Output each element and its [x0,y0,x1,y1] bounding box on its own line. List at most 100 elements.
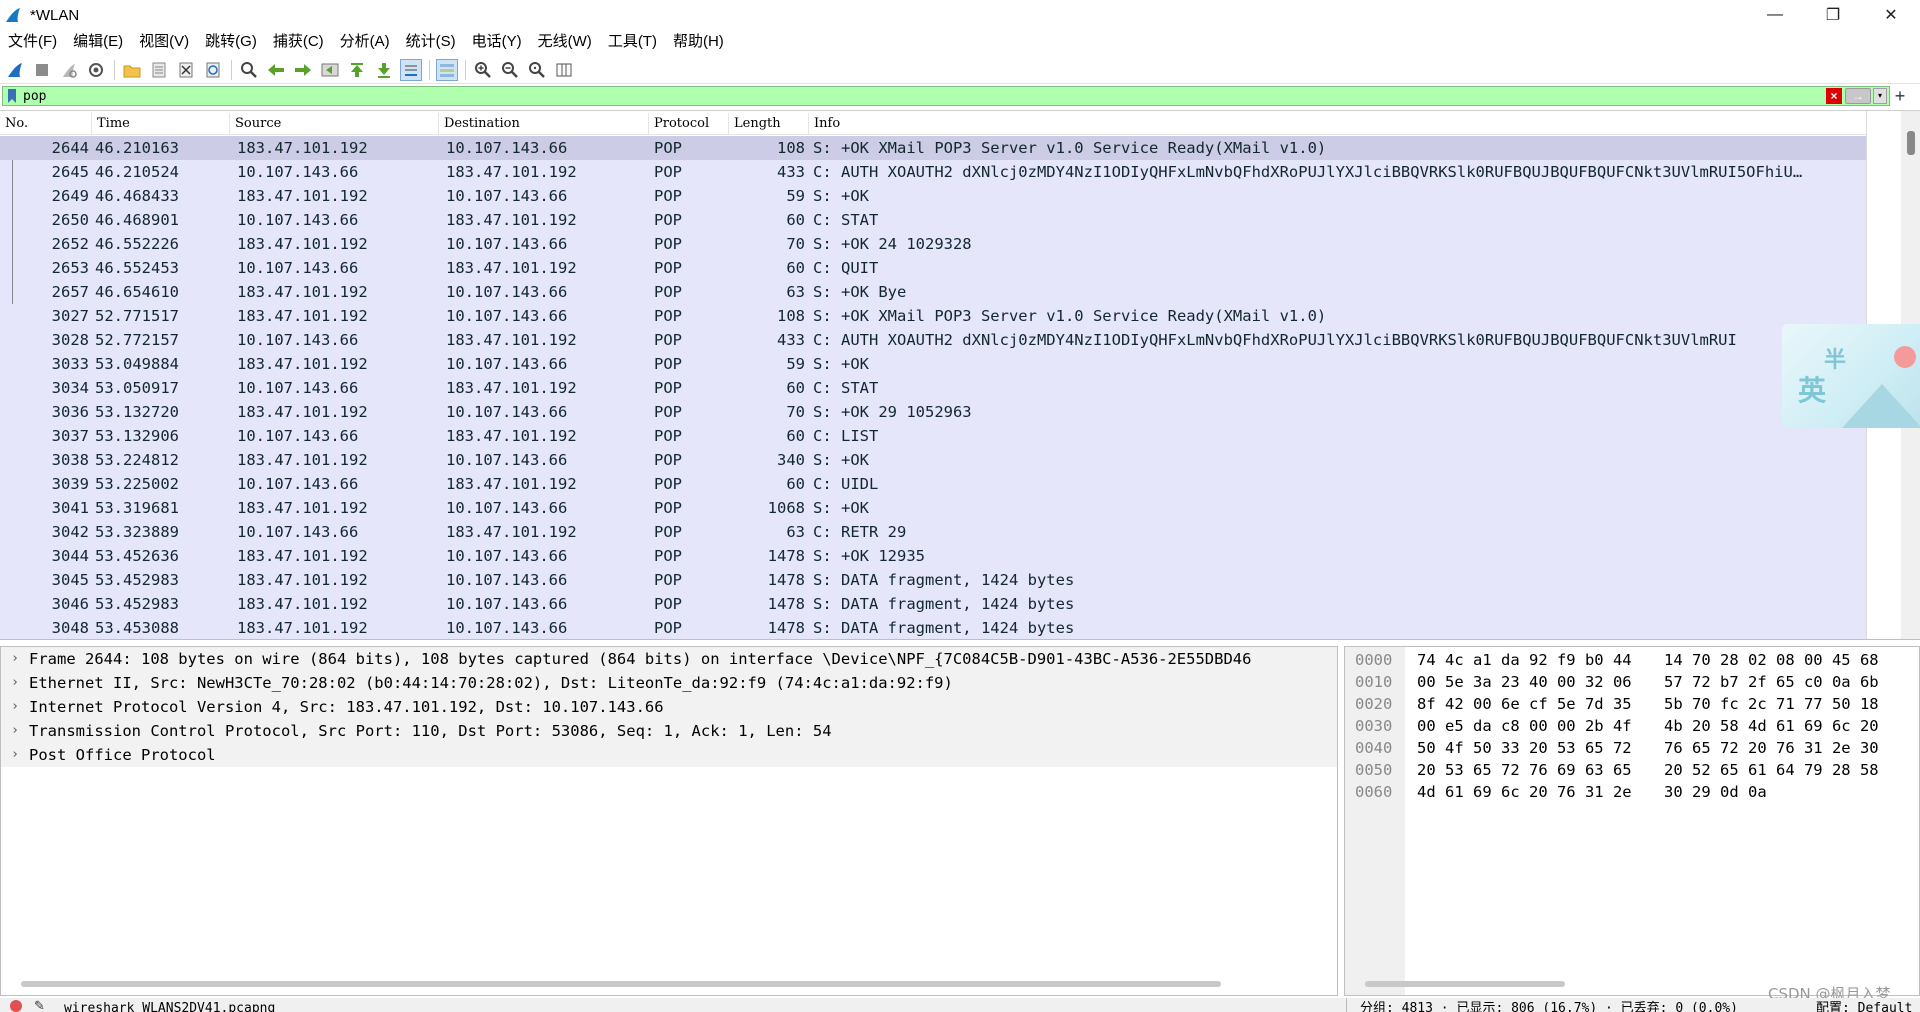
expand-chevron-icon[interactable]: › [1,671,29,695]
packet-row[interactable]: 2649 46.468433 183.47.101.192 10.107.143.66… [0,184,1866,208]
menu-telephony[interactable]: 电话(Y) [464,30,530,54]
packet-destination: 10.107.143.66 [446,451,568,469]
capture-options-icon[interactable] [85,59,107,81]
packet-row[interactable]: 3039 53.225002 10.107.143.66 183.47.101.192… [0,472,1866,496]
go-to-packet-icon[interactable] [319,59,341,81]
restore-button[interactable]: ❐ [1804,0,1862,30]
colorize-icon[interactable] [436,58,458,81]
filter-history-dropdown[interactable]: ▾ [1873,88,1887,104]
details-tree-item[interactable]: › Ethernet II, Src: NewH3CTe_70:28:02 (b0… [1,671,1337,695]
menu-analyze[interactable]: 分析(A) [332,30,398,54]
packet-destination: 183.47.101.192 [446,475,577,493]
open-file-icon[interactable] [121,59,143,81]
start-capture-icon[interactable] [4,59,26,81]
details-tree-label: Internet Protocol Version 4, Src: 183.47… [29,698,664,716]
column-header-info[interactable]: Info [809,113,1866,135]
packet-row[interactable]: 3048 53.453088 183.47.101.192 10.107.143.66… [0,616,1866,639]
packet-row[interactable]: 3042 53.323889 10.107.143.66 183.47.101.192… [0,520,1866,544]
packet-protocol: POP [654,163,682,181]
floating-assistant-widget[interactable]: 半 英 [1782,324,1920,428]
save-file-icon[interactable] [148,59,170,81]
packet-row[interactable]: 3041 53.319681 183.47.101.192 10.107.143.66… [0,496,1866,520]
packet-row[interactable]: 2645 46.210524 10.107.143.66 183.47.101.192… [0,160,1866,184]
zoom-out-icon[interactable] [499,59,521,81]
filter-bookmark-icon[interactable] [5,88,19,104]
packet-row[interactable]: 2650 46.468901 10.107.143.66 183.47.101.192… [0,208,1866,232]
menu-wireless[interactable]: 无线(W) [530,30,600,54]
expand-chevron-icon[interactable]: › [1,695,29,719]
packet-length: 1068 [767,499,805,517]
zoom-in-icon[interactable] [472,59,494,81]
autoscroll-icon[interactable] [400,58,422,81]
expert-info-icon[interactable] [10,1000,22,1012]
packet-details-pane: › Frame 2644: 108 bytes on wire (864 bits… [0,646,1338,996]
apply-filter-button[interactable]: → [1845,88,1871,104]
toolbar-separator [465,59,466,80]
packet-source: 10.107.143.66 [237,259,359,277]
column-header-length[interactable]: Length [729,113,809,135]
menu-edit[interactable]: 编辑(E) [65,30,131,54]
packet-no: 2644 [51,139,89,157]
go-back-icon[interactable] [265,59,287,81]
display-filter-input[interactable] [19,87,1826,105]
details-tree-item[interactable]: › Internet Protocol Version 4, Src: 183.4… [1,695,1337,719]
resize-columns-icon[interactable] [553,59,575,81]
packet-row[interactable]: 3038 53.224812 183.47.101.192 10.107.143.66… [0,448,1866,472]
minimize-button[interactable]: — [1746,0,1804,30]
expand-chevron-icon[interactable]: › [1,647,29,671]
menu-help[interactable]: 帮助(H) [665,30,732,54]
packet-row[interactable]: 3036 53.132720 183.47.101.192 10.107.143.66… [0,400,1866,424]
packet-row[interactable]: 2657 46.654610 183.47.101.192 10.107.143.66… [0,280,1866,304]
details-tree-item[interactable]: › Post Office Protocol [1,743,1337,767]
scrollbar-thumb[interactable] [1907,131,1915,155]
zoom-normal-icon[interactable] [526,59,548,81]
close-file-icon[interactable] [175,59,197,81]
stop-capture-icon[interactable] [31,59,53,81]
details-horizontal-scrollbar[interactable] [21,981,1221,987]
column-header-destination[interactable]: Destination [439,113,649,135]
packet-row[interactable]: 3045 53.452983 183.47.101.192 10.107.143.66… [0,568,1866,592]
menu-view[interactable]: 视图(V) [131,30,197,54]
packet-source: 10.107.143.66 [237,331,359,349]
close-button[interactable]: ✕ [1862,0,1920,30]
edit-comment-icon[interactable]: ✎ [34,998,45,1012]
packet-row[interactable]: 2653 46.552453 10.107.143.66 183.47.101.192… [0,256,1866,280]
reload-file-icon[interactable] [202,59,224,81]
find-packet-icon[interactable] [238,59,260,81]
details-tree-item[interactable]: › Transmission Control Protocol, Src Port… [1,719,1337,743]
packet-row[interactable]: 2652 46.552226 183.47.101.192 10.107.143.66… [0,232,1866,256]
column-header-protocol[interactable]: Protocol [649,113,729,135]
go-forward-icon[interactable] [292,59,314,81]
packet-row[interactable]: 2644 46.210163 183.47.101.192 10.107.143.66… [0,136,1866,160]
column-header-no[interactable]: No. [0,113,92,135]
details-tree-item[interactable]: › Frame 2644: 108 bytes on wire (864 bits… [1,647,1337,671]
menu-capture[interactable]: 捕获(C) [265,30,332,54]
column-header-time[interactable]: Time [92,113,230,135]
packet-row[interactable]: 3034 53.050917 10.107.143.66 183.47.101.192… [0,376,1866,400]
column-header-source[interactable]: Source [230,113,439,135]
packet-row[interactable]: 3037 53.132906 10.107.143.66 183.47.101.192… [0,424,1866,448]
menu-statistics[interactable]: 统计(S) [398,30,464,54]
packet-row[interactable]: 3027 52.771517 183.47.101.192 10.107.143.66… [0,304,1866,328]
packet-row[interactable]: 3033 53.049884 183.47.101.192 10.107.143.66… [0,352,1866,376]
menu-tools[interactable]: 工具(T) [600,30,665,54]
restart-capture-icon[interactable] [58,59,80,81]
packet-destination: 183.47.101.192 [446,163,577,181]
profile-indicator[interactable]: 配置: Default [1816,998,1912,1012]
packet-protocol: POP [654,499,682,517]
clear-filter-icon[interactable]: × [1826,88,1842,104]
packet-info: C: QUIT [813,259,879,277]
packet-source: 183.47.101.192 [237,283,368,301]
add-filter-button[interactable]: + [1890,86,1910,106]
go-first-icon[interactable] [346,59,368,81]
menu-file[interactable]: 文件(F) [0,30,65,54]
packet-source: 10.107.143.66 [237,163,359,181]
packet-row[interactable]: 3044 53.452636 183.47.101.192 10.107.143.66… [0,544,1866,568]
packet-row[interactable]: 3046 53.452983 183.47.101.192 10.107.143.66… [0,592,1866,616]
bytes-horizontal-scrollbar[interactable] [1365,981,1565,987]
expand-chevron-icon[interactable]: › [1,719,29,743]
menu-go[interactable]: 跳转(G) [197,30,265,54]
expand-chevron-icon[interactable]: › [1,743,29,767]
go-last-icon[interactable] [373,59,395,81]
packet-row[interactable]: 3028 52.772157 10.107.143.66 183.47.101.192… [0,328,1866,352]
